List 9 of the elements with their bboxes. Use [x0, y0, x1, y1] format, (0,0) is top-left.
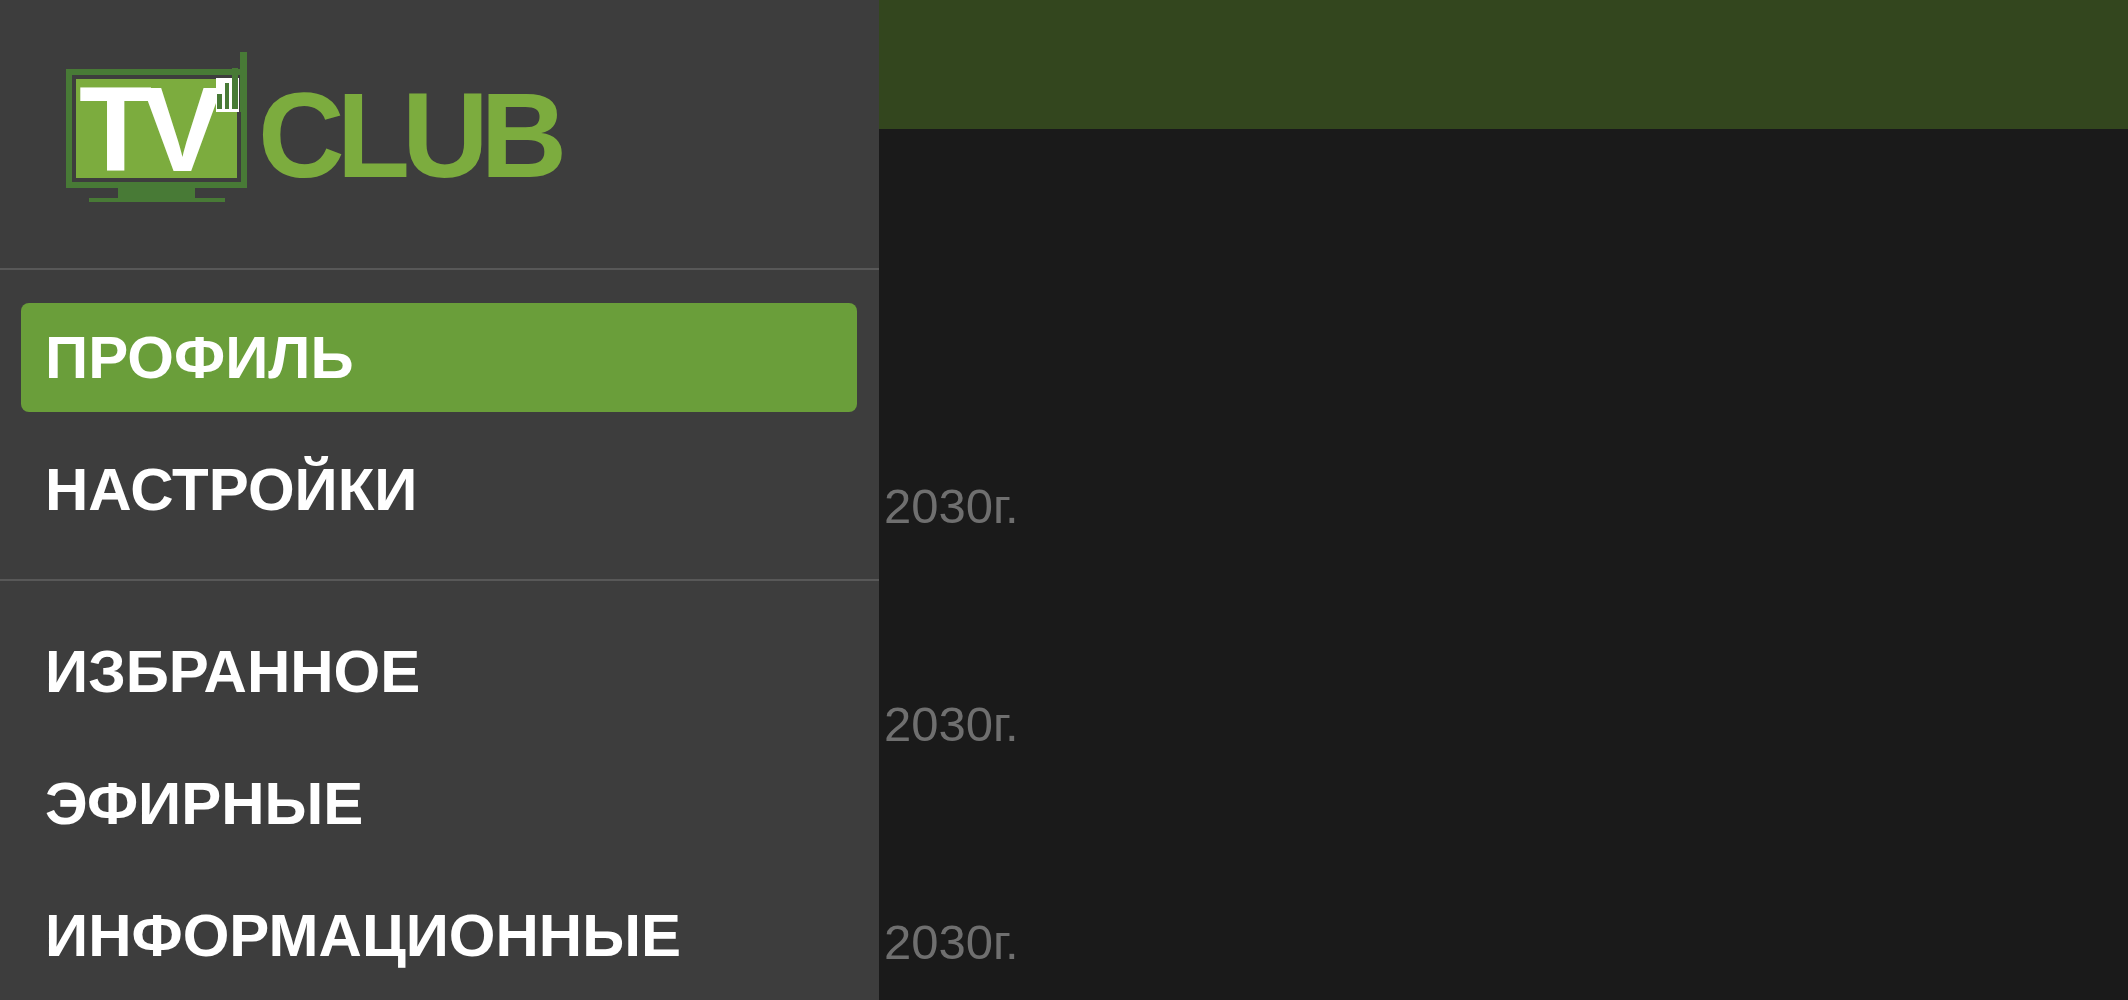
date-text: 2030г.: [884, 700, 1019, 749]
logo-wordmark: CLUB: [258, 75, 560, 195]
menu-item[interactable]: ИНФОРМАЦИОННЫЕ: [21, 881, 857, 990]
date-text: 2030г.: [884, 918, 1019, 967]
logo-text: TV: [79, 81, 213, 177]
date-text: 2030г.: [884, 482, 1019, 531]
menu-item[interactable]: ЭФИРНЫЕ: [21, 749, 857, 858]
menu-item[interactable]: ИЗБРАННОЕ: [21, 617, 857, 726]
menu-item[interactable]: НАСТРОЙКИ: [21, 435, 857, 544]
